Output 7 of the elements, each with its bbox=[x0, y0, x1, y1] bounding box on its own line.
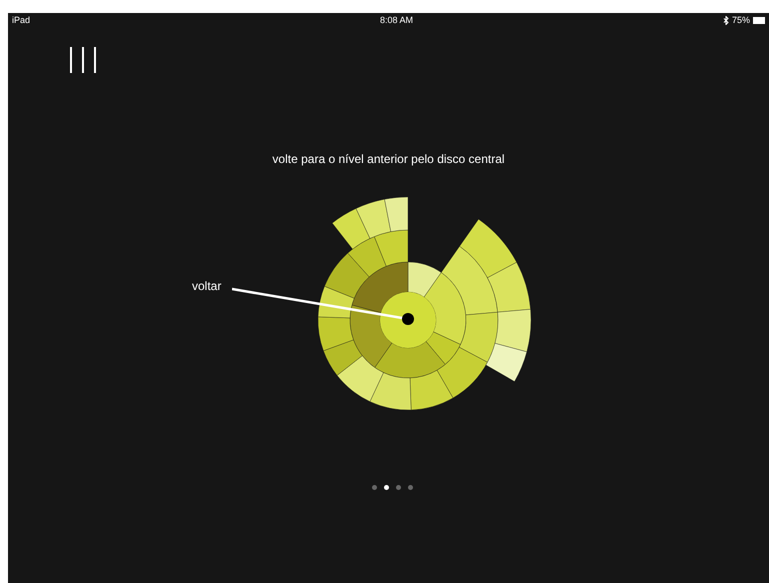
battery-icon bbox=[753, 17, 765, 24]
battery-level: 75% bbox=[732, 14, 750, 27]
device-name: iPad bbox=[12, 14, 30, 27]
clock: 8:08 AM bbox=[380, 14, 414, 27]
instruction-text: volte para o nível anterior pelo disco central bbox=[271, 151, 506, 168]
menu-icon[interactable] bbox=[69, 47, 99, 73]
callout-label: voltar bbox=[192, 278, 222, 295]
